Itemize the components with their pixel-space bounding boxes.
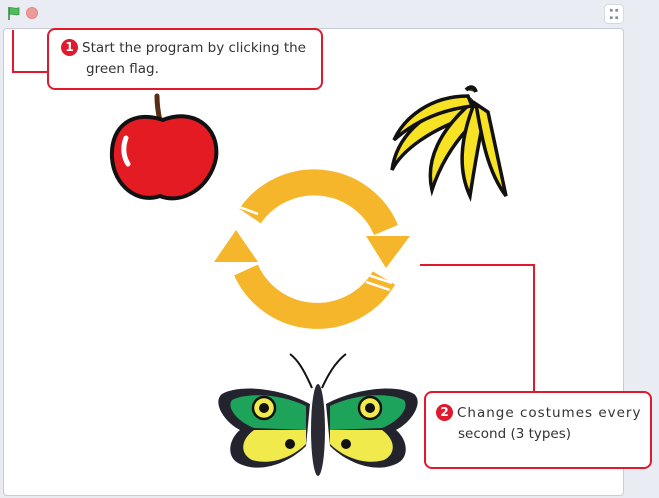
callout-1-connector xyxy=(12,30,48,73)
butterfly-sprite xyxy=(218,353,418,476)
apple-sprite xyxy=(109,93,219,201)
callout-number-badge: 2 xyxy=(436,404,453,421)
callout-change-costumes: 2 Change costumes every second (3 types) xyxy=(424,391,652,469)
callout-text-line1: Start the program by clicking the xyxy=(82,40,306,56)
callout-text-line2: second (3 types) xyxy=(458,426,572,442)
callout-number-badge: 1 xyxy=(61,39,78,56)
banana-sprite xyxy=(390,85,508,203)
cycle-arrows-icon xyxy=(234,169,398,329)
callout-start-program: 1 Start the program by clicking the green… xyxy=(47,28,323,90)
callout-2-connector xyxy=(420,264,535,392)
callout-text-line2: green flag. xyxy=(86,61,159,77)
callout-text-line1: Change costumes every xyxy=(457,405,642,421)
